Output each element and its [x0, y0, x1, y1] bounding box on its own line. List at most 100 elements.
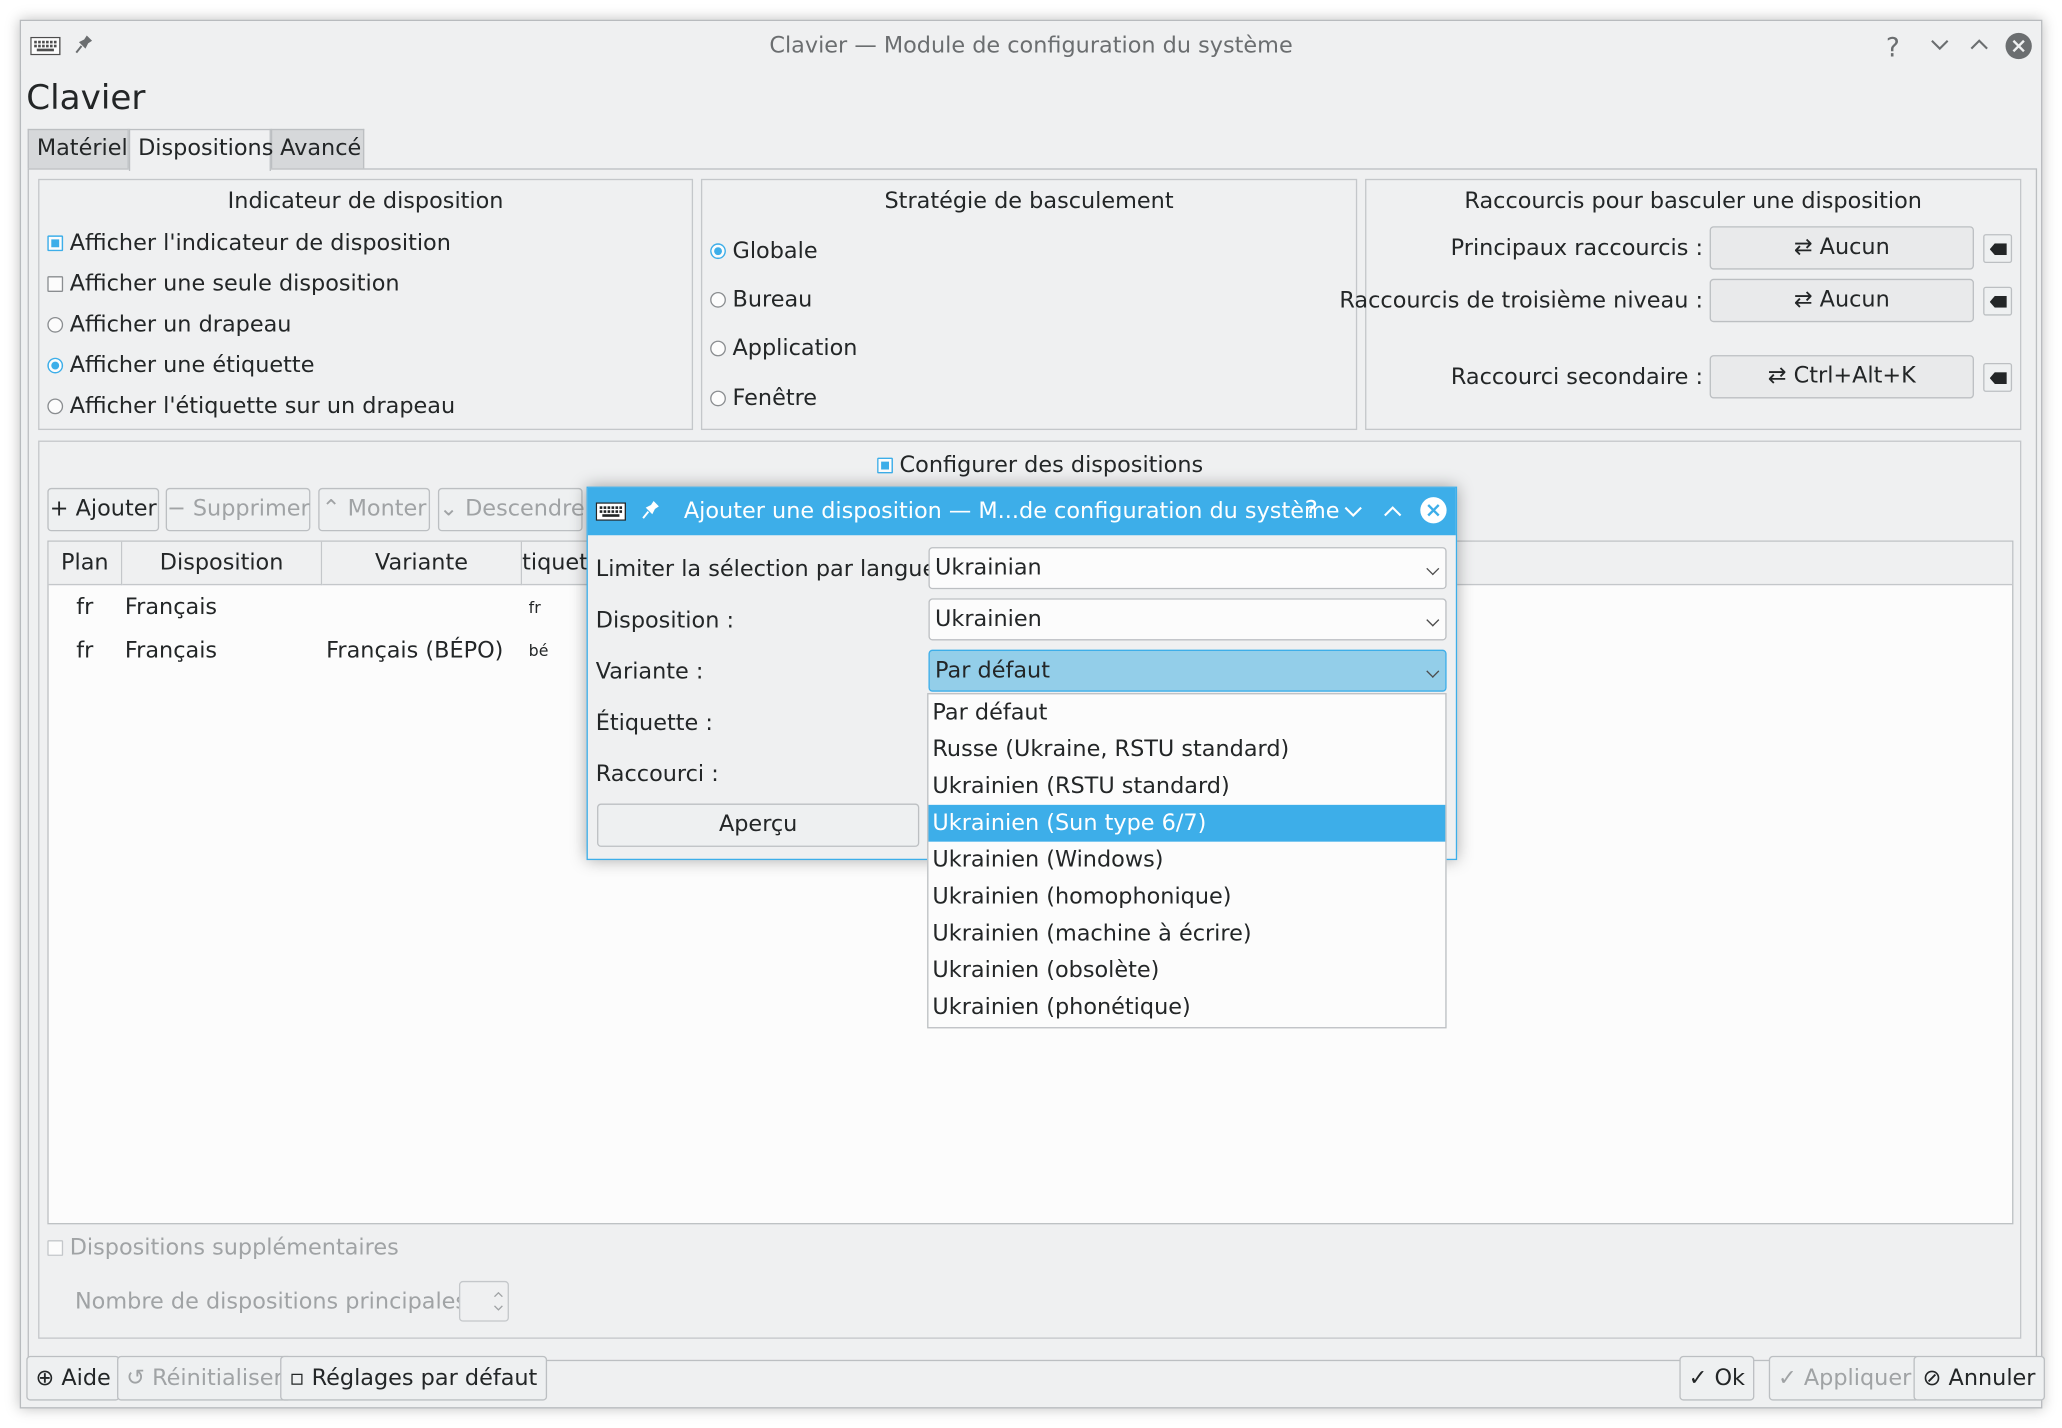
chevron-up-icon: ⌃ [321, 495, 348, 523]
clear-third-level-shortcut-icon[interactable] [1983, 286, 2013, 316]
desktop-radio[interactable]: Bureau [710, 287, 812, 313]
maximize-icon[interactable] [1969, 34, 1990, 55]
row-variant: Français (BÉPO) [326, 637, 504, 665]
variant-option[interactable]: Ukrainien (Windows) [928, 842, 1445, 879]
remove-layout-button[interactable]: − Supprimer [165, 487, 311, 532]
page-title: Clavier [26, 78, 146, 119]
close-icon[interactable] [2004, 32, 2033, 61]
radio-icon [47, 398, 64, 415]
chevron-down-icon [1426, 562, 1440, 576]
chevron-down-icon [1426, 613, 1440, 627]
row-layout: Français [124, 637, 218, 665]
third-level-shortcut-button[interactable]: ⇄ Aucun [1709, 278, 1974, 323]
variant-dropdown-list: Par défaut Russe (Ukraine, RSTU standard… [927, 693, 1447, 1029]
variant-option[interactable]: Ukrainien (homophonique) [928, 878, 1445, 915]
strategy-group: Stratégie de basculement Globale Bureau … [700, 178, 1358, 431]
variant-option-highlighted[interactable]: Ukrainien (Sun type 6/7) [928, 804, 1446, 842]
cancel-icon: ⊘ [1922, 1365, 1949, 1392]
single-layout-checkbox[interactable]: Afficher une seule disposition [47, 271, 400, 297]
main-count-spinbox[interactable] [458, 1280, 509, 1322]
close-icon[interactable] [1419, 496, 1448, 525]
column-variante[interactable]: Variante [322, 541, 523, 586]
application-radio[interactable]: Application [710, 335, 857, 362]
variant-option[interactable]: Ukrainien (obsolète) [928, 952, 1445, 989]
dialog-title: Ajouter une disposition — M...de configu… [683, 498, 1340, 525]
show-indicator-checkbox[interactable]: Afficher l'indicateur de disposition [47, 230, 451, 256]
clear-secondary-shortcut-icon[interactable] [1983, 362, 2013, 392]
shortcuts-group: Raccourcis pour basculer une disposition… [1339, 178, 2022, 431]
help-circle-icon: ⊕ [35, 1365, 62, 1392]
reset-button[interactable]: ↺ Réinitialiser [117, 1355, 292, 1401]
extra-layouts-checkbox[interactable]: Dispositions supplémentaires [47, 1235, 399, 1261]
row-layout: Français [124, 594, 218, 621]
check-icon: ✓ [1688, 1365, 1715, 1392]
help-icon[interactable]: ? [1305, 496, 1318, 525]
row-plan: fr [76, 637, 94, 665]
secondary-shortcut-label: Raccourci secondaire : [1450, 364, 1704, 391]
checkbox-icon [47, 1240, 64, 1256]
apply-button[interactable]: ✓ Appliquer [1768, 1355, 1921, 1401]
configure-layouts-checkbox[interactable]: Configurer des dispositions [877, 452, 1203, 479]
radio-checked-icon [710, 243, 726, 260]
cancel-button[interactable]: ⊘ Annuler [1913, 1355, 2045, 1401]
variant-option[interactable]: Ukrainien (machine à écrire) [928, 915, 1445, 952]
document-icon: ▫ [289, 1365, 312, 1392]
global-radio[interactable]: Globale [710, 238, 818, 264]
show-label-radio[interactable]: Afficher une étiquette [47, 352, 314, 379]
switch-icon: ⇄ [1767, 362, 1794, 390]
dialog-title-bar: Ajouter une disposition — M...de configu… [587, 487, 1456, 536]
help-button[interactable]: ⊕ Aide [26, 1355, 121, 1401]
variant-option[interactable]: Ukrainien (phonétique) [928, 989, 1445, 1026]
window-radio[interactable]: Fenêtre [710, 385, 817, 412]
clear-main-shortcut-icon[interactable] [1983, 234, 2013, 264]
plus-icon: + [49, 495, 76, 523]
keyboard-icon [595, 502, 626, 521]
tag-label: Étiquette : [595, 710, 713, 737]
check-icon: ✓ [1778, 1365, 1804, 1392]
radio-icon [47, 316, 64, 333]
add-layout-button[interactable]: + Ajouter [47, 487, 160, 532]
indicator-group: Indicateur de disposition Afficher l'ind… [38, 178, 694, 431]
tab-avance[interactable]: Avancé [270, 128, 365, 170]
ok-button[interactable]: ✓ Ok [1679, 1355, 1755, 1401]
main-shortcut-button[interactable]: ⇄ Aucun [1709, 226, 1974, 270]
language-combo[interactable]: Ukrainian [928, 547, 1447, 590]
undo-icon: ↺ [126, 1365, 153, 1392]
variant-label: Variante : [595, 658, 704, 686]
variant-option[interactable]: Russe (Ukraine, RSTU standard) [928, 731, 1445, 768]
layout-label: Disposition : [595, 607, 735, 634]
tab-materiel[interactable]: Matériel [27, 128, 129, 170]
help-icon[interactable]: ? [1886, 32, 1900, 64]
layout-combo[interactable]: Ukrainien [928, 598, 1447, 641]
secondary-shortcut-button[interactable]: ⇄ Ctrl+Alt+K [1709, 355, 1974, 399]
variant-option[interactable]: Par défaut [928, 694, 1445, 731]
defaults-button[interactable]: ▫ Réglages par défaut [280, 1355, 547, 1401]
window-title: Clavier — Module de configuration du sys… [769, 32, 1293, 60]
minus-icon: − [167, 495, 193, 523]
language-label: Limiter la sélection par langue : [595, 556, 951, 583]
row-plan: fr [76, 594, 94, 621]
pin-icon[interactable] [642, 500, 660, 521]
tab-dispositions[interactable]: Dispositions [128, 128, 273, 171]
move-up-button[interactable]: ⌃ Monter [318, 487, 431, 532]
spin-arrows-icon [494, 1291, 503, 1311]
row-label: bé [528, 641, 549, 661]
radio-icon [710, 340, 726, 357]
variant-combo[interactable]: Par défaut [928, 649, 1447, 692]
preview-button[interactable]: Aperçu [597, 803, 920, 847]
shortcut-label: Raccourci : [595, 761, 719, 788]
move-down-button[interactable]: ⌄ Descendre [437, 487, 585, 532]
column-plan[interactable]: Plan [48, 541, 123, 586]
minimize-icon[interactable] [1929, 34, 1950, 55]
radio-icon [710, 390, 726, 407]
show-flag-radio[interactable]: Afficher un drapeau [47, 312, 291, 338]
strategy-group-title: Stratégie de basculement [884, 188, 1174, 215]
label-on-flag-radio[interactable]: Afficher l'étiquette sur un drapeau [47, 393, 455, 420]
checkbox-icon [47, 276, 64, 292]
column-disposition[interactable]: Disposition [122, 541, 323, 586]
chevron-down-icon [1426, 664, 1440, 678]
variant-option[interactable]: Ukrainien (RSTU standard) [928, 768, 1445, 805]
minimize-icon[interactable] [1343, 501, 1364, 522]
switch-icon: ⇄ [1793, 286, 1820, 313]
maximize-icon[interactable] [1382, 501, 1403, 522]
